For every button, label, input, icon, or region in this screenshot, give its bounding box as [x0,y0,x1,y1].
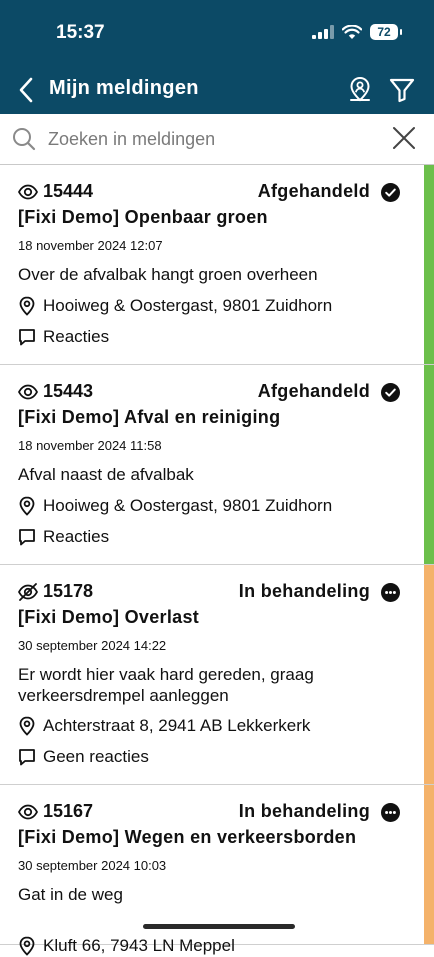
report-id: 15444 [43,181,94,201]
report-description: Er wordt hier vaak hard gereden, graag v… [18,665,314,705]
location-pin-icon [19,296,35,316]
report-card[interactable]: 15443 Afgehandeld [Fixi Demo] Afval en rei… [0,365,434,565]
location-text: Hooiweg & Oostergast, 9801 Zuidhorn [43,496,333,515]
status-icons: 72 [312,24,402,40]
cellular-signal-icon [312,25,334,39]
eye-icon [18,184,38,200]
report-date: 30 september 2024 14:22 [18,638,167,653]
comments-text: Reacties [43,527,110,546]
close-icon[interactable] [392,126,416,150]
search-bar [0,114,434,165]
report-description: Afval naast de afvalbak [18,465,194,484]
wifi-icon [342,24,362,39]
location-pin-icon [19,716,35,736]
location-row: Hooiweg & Oostergast, 9801 Zuidhorn [18,295,332,317]
comments-row: Geen reacties [18,746,149,768]
map-user-icon[interactable] [346,76,374,104]
report-card[interactable]: 15178 In behandeling [Fixi Demo] Overlast 3… [0,565,434,785]
status-label: Afgehandeld [257,381,370,401]
card-header: 15443 Afgehandeld [18,381,404,405]
report-id: 15167 [43,801,94,821]
report-date: 18 november 2024 11:58 [18,438,162,453]
location-pin-icon [19,496,35,516]
card-header: 15167 In behandeling [18,801,404,825]
comments-row: Reacties [18,526,109,548]
back-arrow-icon[interactable] [14,76,40,104]
report-title: [Fixi Demo] Afval en reiniging [18,407,281,427]
status-stripe [424,565,434,784]
check-circle-icon [381,183,400,202]
status-stripe [424,365,434,564]
report-id: 15178 [43,581,94,601]
battery-icon: 72 [370,24,402,40]
eye-icon [18,384,38,400]
filter-icon[interactable] [388,76,416,104]
comments-text: Reacties [43,327,110,346]
report-description: Over de afvalbak hangt groen overheen [18,265,318,284]
report-date: 18 november 2024 12:07 [18,238,163,253]
report-id: 15443 [43,381,94,401]
location-text: Hooiweg & Oostergast, 9801 Zuidhorn [43,296,333,315]
page-title: Mijn meldingen [49,77,199,99]
comment-icon [19,529,35,546]
report-date: 30 september 2024 10:03 [18,858,167,873]
status-stripe [424,165,434,364]
comments-row: Reacties [18,326,109,348]
status-label: In behandeling [238,581,370,601]
home-indicator[interactable] [143,924,295,929]
card-header: 15444 Afgehandeld [18,181,404,205]
report-title: [Fixi Demo] Wegen en verkeersborden [18,827,357,847]
search-icon [13,128,36,151]
eye-icon [18,804,38,820]
comments-text: Geen reacties [43,747,149,766]
comment-icon [19,749,35,766]
location-row: Hooiweg & Oostergast, 9801 Zuidhorn [18,495,332,517]
location-row: Kluft 66, 7943 LN Meppel [18,935,235,957]
report-list: 15444 Afgehandeld [Fixi Demo] Openbaar gro… [0,165,434,956]
app-header: 15:37 72 Mijn meldingen [0,0,434,114]
status-label: In behandeling [238,801,370,821]
eye-off-icon [18,583,38,601]
report-description: Gat in de weg [18,885,123,904]
check-circle-icon [381,383,400,402]
status-label: Afgehandeld [257,181,370,201]
report-card[interactable]: 15444 Afgehandeld [Fixi Demo] Openbaar gro… [0,165,434,365]
card-header: 15178 In behandeling [18,581,404,605]
search-input[interactable] [48,126,368,152]
more-circle-icon [381,583,400,602]
location-pin-icon [19,936,35,956]
status-time: 15:37 [56,22,105,43]
location-row: Achterstraat 8, 2941 AB Lekkerkerk [18,715,310,737]
location-text: Achterstraat 8, 2941 AB Lekkerkerk [43,716,311,735]
report-title: [Fixi Demo] Openbaar groen [18,207,268,227]
more-circle-icon [381,803,400,822]
battery-level: 72 [377,25,391,39]
report-card[interactable]: 15167 In behandeling [Fixi Demo] Wegen en … [0,785,434,956]
comment-icon [19,329,35,346]
status-stripe [424,785,434,944]
report-title: [Fixi Demo] Overlast [18,607,200,627]
location-text: Kluft 66, 7943 LN Meppel [43,936,235,955]
